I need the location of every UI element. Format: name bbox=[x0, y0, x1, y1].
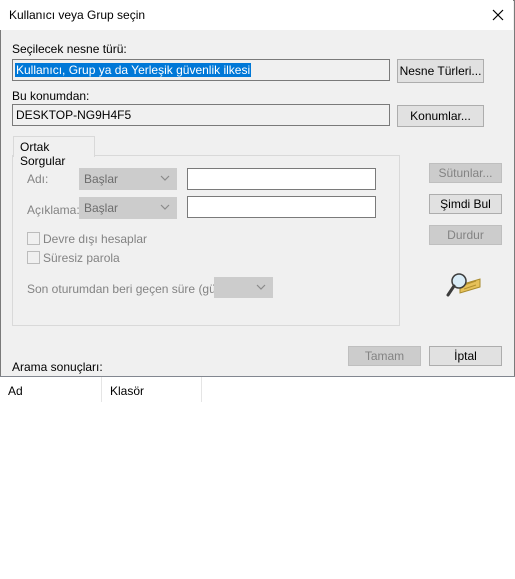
name-combo-value: Başlar bbox=[84, 172, 119, 186]
description-combo-value: Başlar bbox=[84, 201, 119, 215]
tab-label: Ortak Sorgular bbox=[20, 140, 66, 168]
column-header-name[interactable]: Ad bbox=[0, 377, 102, 402]
ok-button[interactable]: Tamam bbox=[348, 346, 421, 366]
object-type-value: Kullanıcı, Grup ya da Yerleşik güvenlik … bbox=[15, 63, 252, 77]
stop-button[interactable]: Durdur bbox=[429, 225, 502, 245]
locations-button[interactable]: Konumlar... bbox=[397, 105, 484, 127]
title-bar: Kullanıcı veya Grup seçin bbox=[0, 0, 513, 30]
non-expiring-password-checkbox[interactable] bbox=[27, 251, 40, 264]
days-since-logon-combo[interactable] bbox=[214, 277, 273, 298]
chevron-down-icon bbox=[160, 204, 170, 210]
cancel-button[interactable]: İptal bbox=[429, 346, 502, 366]
columns-button[interactable]: Sütunlar... bbox=[429, 163, 502, 183]
object-types-button[interactable]: Nesne Türleri... bbox=[397, 59, 484, 83]
column-header-name-label: Ad bbox=[8, 384, 23, 398]
object-type-label: Seçilecek nesne türü: bbox=[12, 42, 127, 56]
column-header-folder[interactable]: Klasör bbox=[102, 377, 202, 402]
search-magnifier-icon bbox=[446, 273, 481, 297]
description-input[interactable] bbox=[187, 196, 376, 218]
location-value: DESKTOP-NG9H4F5 bbox=[16, 108, 132, 122]
name-condition-combo[interactable]: Başlar bbox=[79, 168, 177, 190]
close-button[interactable] bbox=[483, 3, 513, 27]
location-field: DESKTOP-NG9H4F5 bbox=[12, 104, 390, 126]
tab-common-queries[interactable]: Ortak Sorgular bbox=[13, 136, 95, 168]
find-now-button[interactable]: Şimdi Bul bbox=[429, 194, 502, 214]
description-label: Açıklama: bbox=[27, 203, 80, 217]
close-icon bbox=[492, 9, 504, 21]
column-header-folder-label: Klasör bbox=[110, 384, 145, 398]
disabled-accounts-checkbox[interactable] bbox=[27, 232, 40, 245]
window-title: Kullanıcı veya Grup seçin bbox=[9, 8, 146, 22]
chevron-down-icon bbox=[160, 175, 170, 181]
disabled-accounts-label: Devre dışı hesaplar bbox=[43, 232, 148, 246]
location-label: Bu konumdan: bbox=[12, 89, 90, 103]
search-results-label: Arama sonuçları: bbox=[12, 360, 103, 374]
name-label: Adı: bbox=[27, 172, 49, 186]
description-condition-combo[interactable]: Başlar bbox=[79, 197, 177, 219]
non-expiring-password-label: Süresiz parola bbox=[43, 251, 120, 265]
search-results-list[interactable]: Ad Klasör bbox=[0, 376, 515, 579]
chevron-down-icon bbox=[256, 284, 266, 290]
name-input[interactable] bbox=[187, 168, 376, 190]
object-type-field[interactable]: Kullanıcı, Grup ya da Yerleşik güvenlik … bbox=[12, 59, 390, 81]
days-since-logon-label: Son oturumdan beri geçen süre (gün): bbox=[27, 282, 230, 296]
